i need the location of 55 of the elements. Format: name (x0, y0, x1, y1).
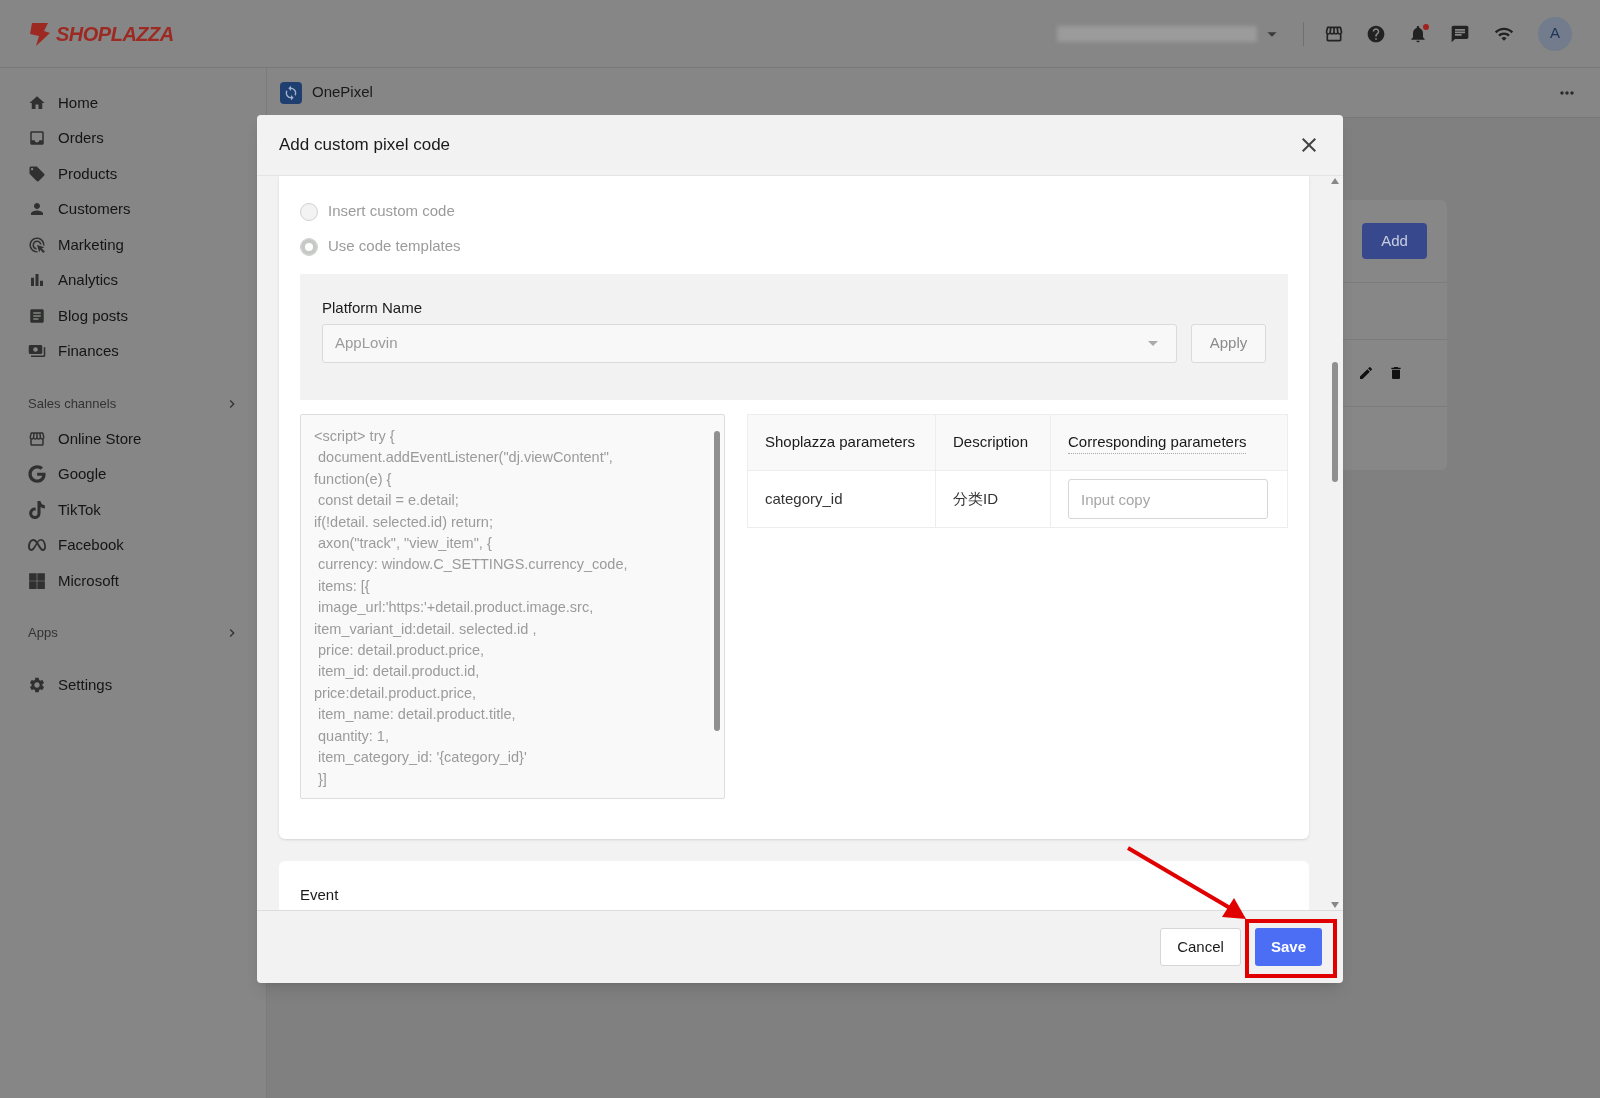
storefront-icon (28, 429, 46, 448)
add-button[interactable]: Add (1362, 223, 1427, 259)
windows-grid-icon (28, 571, 46, 590)
sidebar-item[interactable]: Settings (58, 674, 113, 697)
sidebar-item[interactable]: Facebook (58, 534, 124, 557)
sidebar-item[interactable]: TikTok (58, 498, 101, 521)
sidebar-item[interactable]: Online Store (58, 427, 142, 450)
pencil-icon[interactable] (1358, 365, 1374, 381)
column-header: Corresponding parameters (1068, 430, 1247, 455)
input-field[interactable]: Input copy (1068, 479, 1268, 519)
cursor-icon (28, 235, 46, 254)
platform-select[interactable]: AppLovin (322, 323, 1177, 363)
sidebar-item[interactable]: Customers (58, 198, 131, 221)
sidebar-item[interactable]: Home (58, 91, 98, 114)
column-header: Description (953, 432, 1029, 453)
section-heading: Apps (28, 624, 58, 643)
table-cell-text: category_id (765, 488, 843, 509)
sidebar-item[interactable]: Orders (58, 127, 104, 150)
gear-icon (28, 676, 46, 695)
radio-button[interactable] (300, 202, 318, 221)
chat-icon[interactable] (1450, 23, 1470, 44)
sidebar-item[interactable]: Finances (58, 340, 119, 363)
tag-icon (28, 164, 46, 183)
sidebar-item[interactable]: Marketing (58, 233, 124, 256)
code-text: <script> try { document.addEventListener("dj.viewContent", function(e) { const detail = e.detail; if(!detail. selected.id) return; axon("track", "view_item", { currency: window.C_SETTINGS.currency_code, items: [{ image_url:'https:'+detail.product.image.src, item_variant_id:detail. selected.id , price: detail.product.price, item_id: detail.product.id, price:detail.product.price, item_name: detail.product.title, quantity: 1, item_category_id: '{category_id}' }] (314, 427, 629, 789)
trash-icon[interactable] (1388, 365, 1404, 381)
sidebar-item[interactable]: Microsoft (58, 569, 119, 592)
field-label: Platform Name (322, 298, 424, 318)
tray-icon (28, 129, 46, 148)
column-header: Shoplazza parameters (765, 432, 916, 453)
radio-label: Insert custom code (328, 201, 455, 222)
page-title: OnePixel (312, 82, 373, 103)
caret-icon (1148, 340, 1158, 346)
brand-logo: SHOPLAZZA (56, 21, 175, 47)
document-icon (28, 306, 46, 325)
section-heading: Sales channels (28, 394, 117, 413)
table-cell-text: 分类ID (953, 488, 998, 509)
app-logo-icon (280, 81, 302, 104)
radio-label: Use code templates (328, 236, 461, 257)
logo-icon (28, 20, 52, 47)
google-icon (28, 465, 46, 484)
avatar[interactable]: A (1538, 16, 1572, 51)
bell-icon[interactable] (1408, 23, 1428, 44)
modal-title: Add custom pixel code (279, 134, 451, 157)
apply-button[interactable]: Apply (1191, 323, 1266, 363)
help-icon[interactable] (1366, 23, 1386, 44)
section-title: Event (300, 886, 339, 903)
sidebar-item[interactable]: Analytics (58, 269, 119, 292)
save-button[interactable]: Save (1255, 928, 1322, 966)
sidebar-item[interactable]: Google (58, 463, 107, 486)
sidebar-item[interactable]: Products (58, 162, 118, 185)
code-editor[interactable] (300, 414, 725, 799)
tiktok-icon (28, 500, 46, 519)
cancel-button[interactable]: Cancel (1160, 928, 1241, 966)
sidebar-item[interactable]: Blog posts (58, 304, 129, 327)
